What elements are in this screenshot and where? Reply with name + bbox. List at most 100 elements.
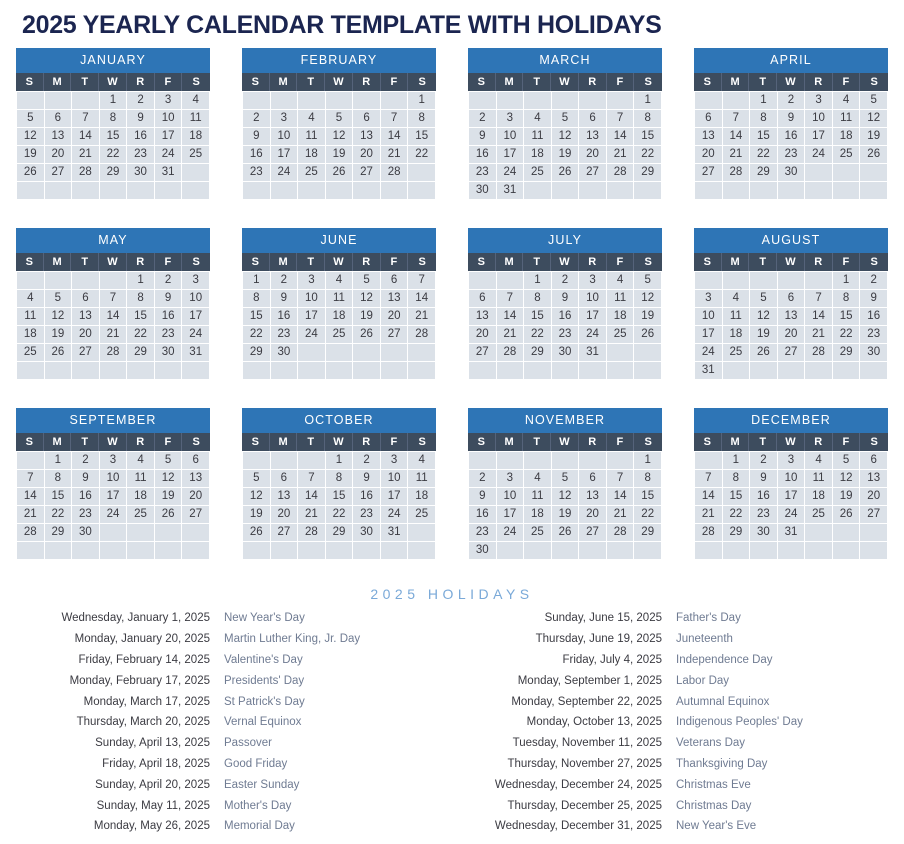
day-cell[interactable]: 24 (496, 524, 525, 542)
day-cell[interactable]: 15 (325, 488, 354, 506)
day-cell[interactable]: 25 (325, 326, 354, 344)
day-cell[interactable]: 8 (325, 470, 354, 488)
day-cell[interactable]: 7 (722, 110, 751, 128)
day-cell[interactable]: 28 (72, 164, 100, 182)
day-cell[interactable]: 19 (860, 128, 888, 146)
day-cell[interactable]: 20 (777, 326, 806, 344)
day-cell[interactable]: 1 (408, 92, 436, 110)
day-cell[interactable]: 29 (325, 524, 354, 542)
day-cell[interactable]: 28 (496, 344, 525, 362)
day-cell[interactable]: 15 (524, 308, 552, 326)
day-cell[interactable]: 17 (380, 488, 409, 506)
day-cell[interactable]: 14 (722, 128, 751, 146)
day-cell[interactable]: 20 (469, 326, 497, 344)
day-cell[interactable]: 30 (72, 524, 100, 542)
day-cell[interactable]: 15 (243, 308, 271, 326)
day-cell[interactable]: 20 (695, 146, 723, 164)
day-cell[interactable]: 16 (860, 308, 888, 326)
day-cell[interactable]: 6 (353, 110, 381, 128)
day-cell[interactable]: 31 (496, 182, 525, 200)
day-cell[interactable]: 18 (17, 326, 45, 344)
day-cell[interactable]: 24 (182, 326, 210, 344)
day-cell[interactable]: 3 (154, 92, 183, 110)
day-cell[interactable]: 10 (182, 290, 210, 308)
day-cell[interactable]: 17 (270, 146, 299, 164)
day-cell[interactable]: 9 (551, 290, 580, 308)
day-cell[interactable]: 3 (579, 272, 607, 290)
day-cell[interactable]: 10 (496, 128, 525, 146)
day-cell[interactable]: 5 (154, 452, 183, 470)
day-cell[interactable]: 1 (634, 92, 662, 110)
day-cell[interactable]: 18 (298, 146, 326, 164)
day-cell[interactable]: 6 (380, 272, 409, 290)
day-cell[interactable]: 7 (72, 110, 100, 128)
day-cell[interactable]: 9 (469, 128, 497, 146)
day-cell[interactable]: 26 (44, 344, 73, 362)
day-cell[interactable]: 6 (72, 290, 100, 308)
day-cell[interactable]: 30 (469, 542, 497, 560)
day-cell[interactable]: 19 (353, 308, 381, 326)
day-cell[interactable]: 21 (408, 308, 436, 326)
day-cell[interactable]: 28 (99, 344, 128, 362)
day-cell[interactable]: 23 (270, 326, 299, 344)
day-cell[interactable]: 7 (99, 290, 128, 308)
day-cell[interactable]: 17 (182, 308, 210, 326)
day-cell[interactable]: 30 (777, 164, 806, 182)
day-cell[interactable]: 28 (805, 344, 833, 362)
day-cell[interactable]: 5 (353, 272, 381, 290)
day-cell[interactable]: 2 (72, 452, 100, 470)
day-cell[interactable]: 22 (722, 506, 751, 524)
day-cell[interactable]: 5 (325, 110, 354, 128)
day-cell[interactable]: 8 (127, 290, 155, 308)
day-cell[interactable]: 15 (44, 488, 73, 506)
day-cell[interactable]: 19 (832, 488, 861, 506)
day-cell[interactable]: 8 (99, 110, 128, 128)
day-cell[interactable]: 3 (298, 272, 326, 290)
day-cell[interactable]: 2 (469, 470, 497, 488)
day-cell[interactable]: 26 (634, 326, 662, 344)
day-cell[interactable]: 21 (496, 326, 525, 344)
day-cell[interactable]: 13 (860, 470, 888, 488)
day-cell[interactable]: 31 (182, 344, 210, 362)
day-cell[interactable]: 11 (325, 290, 354, 308)
day-cell[interactable]: 20 (860, 488, 888, 506)
day-cell[interactable]: 9 (777, 110, 806, 128)
day-cell[interactable]: 3 (777, 452, 806, 470)
day-cell[interactable]: 29 (634, 164, 662, 182)
day-cell[interactable]: 8 (634, 110, 662, 128)
day-cell[interactable]: 20 (270, 506, 299, 524)
day-cell[interactable]: 10 (777, 470, 806, 488)
day-cell[interactable]: 10 (805, 110, 833, 128)
day-cell[interactable]: 8 (524, 290, 552, 308)
day-cell[interactable]: 11 (408, 470, 436, 488)
day-cell[interactable]: 30 (154, 344, 183, 362)
day-cell[interactable]: 4 (722, 290, 751, 308)
day-cell[interactable]: 6 (270, 470, 299, 488)
day-cell[interactable]: 20 (72, 326, 100, 344)
day-cell[interactable]: 10 (298, 290, 326, 308)
day-cell[interactable]: 3 (182, 272, 210, 290)
day-cell[interactable]: 26 (832, 506, 861, 524)
day-cell[interactable]: 11 (182, 110, 210, 128)
day-cell[interactable]: 22 (127, 326, 155, 344)
day-cell[interactable]: 1 (832, 272, 861, 290)
day-cell[interactable]: 20 (380, 308, 409, 326)
day-cell[interactable]: 31 (695, 362, 723, 380)
day-cell[interactable]: 30 (860, 344, 888, 362)
day-cell[interactable]: 22 (634, 506, 662, 524)
day-cell[interactable]: 19 (325, 146, 354, 164)
day-cell[interactable]: 4 (298, 110, 326, 128)
day-cell[interactable]: 9 (270, 290, 299, 308)
day-cell[interactable]: 14 (805, 308, 833, 326)
day-cell[interactable]: 30 (353, 524, 381, 542)
day-cell[interactable]: 24 (99, 506, 128, 524)
day-cell[interactable]: 12 (551, 488, 580, 506)
day-cell[interactable]: 11 (606, 290, 635, 308)
day-cell[interactable]: 12 (325, 128, 354, 146)
day-cell[interactable]: 2 (243, 110, 271, 128)
day-cell[interactable]: 21 (99, 326, 128, 344)
day-cell[interactable]: 23 (154, 326, 183, 344)
day-cell[interactable]: 6 (579, 470, 607, 488)
day-cell[interactable]: 11 (298, 128, 326, 146)
day-cell[interactable]: 18 (524, 146, 552, 164)
